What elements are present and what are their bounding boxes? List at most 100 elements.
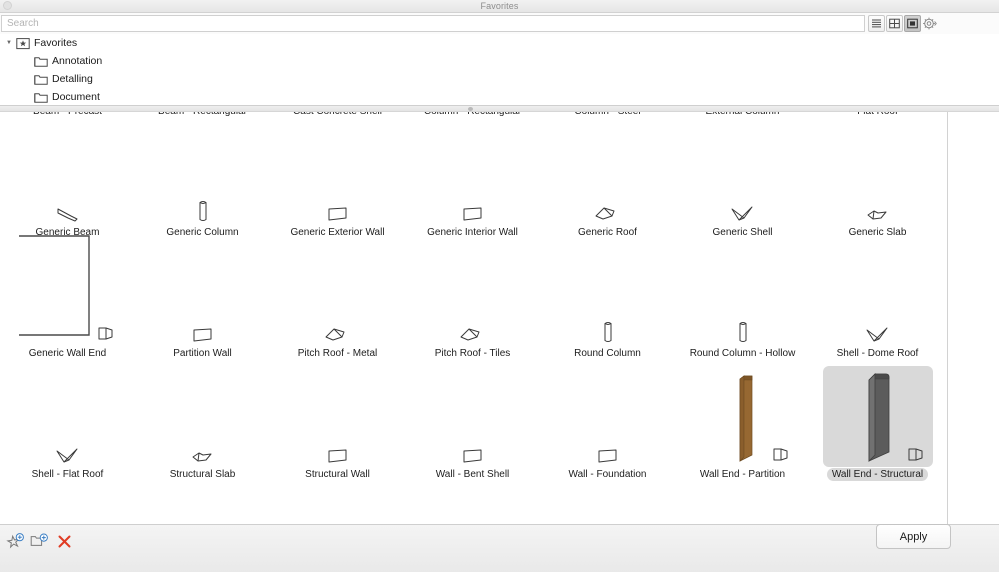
wall-icon bbox=[327, 447, 349, 465]
favorites-tree[interactable]: ▼ Favorites Annotation Detalling Document bbox=[0, 34, 999, 106]
wall-icon bbox=[597, 447, 619, 465]
grid-item[interactable]: Pitch Roof - Tiles bbox=[405, 239, 540, 360]
grid-item[interactable]: Generic Beam bbox=[0, 118, 135, 239]
grid-item-thumbnail[interactable] bbox=[13, 235, 123, 346]
grid-item[interactable]: Generic Exterior Wall bbox=[270, 118, 405, 239]
grid-item[interactable]: Structural Wall bbox=[270, 360, 405, 481]
wall-end-icon bbox=[907, 446, 929, 463]
tree-item-detalling[interactable]: Detalling bbox=[0, 70, 999, 88]
grid-view-icon[interactable] bbox=[886, 15, 903, 32]
grid-item[interactable]: Generic Roof bbox=[540, 118, 675, 239]
chevron-down-icon[interactable]: ▼ bbox=[4, 40, 14, 46]
delete-x-glyph bbox=[58, 535, 70, 547]
delete-x-icon[interactable] bbox=[53, 531, 75, 551]
tree-item-favorites[interactable]: ▼ Favorites bbox=[0, 34, 999, 52]
search-toolbar bbox=[0, 13, 999, 34]
grid-item-label: Generic Shell bbox=[712, 227, 773, 238]
list-view-icon[interactable] bbox=[868, 15, 885, 32]
grid-item-thumbnail[interactable] bbox=[823, 125, 933, 225]
column-icon bbox=[738, 320, 748, 344]
grid-item-thumbnail[interactable] bbox=[148, 246, 258, 346]
grid-item[interactable]: Pitch Roof - Metal bbox=[270, 239, 405, 360]
grid-item-thumbnail[interactable] bbox=[148, 367, 258, 467]
grid-item-label: Generic Interior Wall bbox=[427, 227, 518, 238]
grid-item-label: Partition Wall bbox=[173, 348, 232, 359]
star-folder-icon bbox=[16, 37, 30, 50]
grid-item-label: Shell - Flat Roof bbox=[31, 469, 104, 480]
beam-icon bbox=[55, 206, 81, 223]
grid-item-label: Pitch Roof - Tiles bbox=[434, 348, 511, 359]
pitch-roof-icon bbox=[594, 205, 622, 223]
grid-item[interactable]: Structural Slab bbox=[135, 360, 270, 481]
grid-item[interactable]: Generic Wall End bbox=[0, 235, 135, 360]
shell-icon bbox=[730, 205, 756, 223]
folder-icon bbox=[34, 73, 48, 86]
grid-item-label: Wall End - Partition bbox=[699, 469, 786, 480]
grid-item[interactable]: Round Column - Hollow bbox=[675, 239, 810, 360]
grid-item[interactable]: Wall - Foundation bbox=[540, 360, 675, 481]
grid-item-label: Structural Slab bbox=[169, 469, 236, 480]
grid-item[interactable]: Partition Wall bbox=[135, 239, 270, 360]
grid-item-label: Generic Column bbox=[166, 227, 239, 238]
pitch-roof-icon bbox=[459, 326, 487, 344]
grid-item-thumbnail[interactable] bbox=[823, 246, 933, 346]
grid-item[interactable]: Wall - Bent Shell bbox=[405, 360, 540, 481]
grid-item[interactable]: Shell - Flat Roof bbox=[0, 360, 135, 481]
grid-item-label: Structural Wall bbox=[305, 469, 370, 480]
apply-button[interactable]: Apply bbox=[876, 524, 951, 549]
add-favorite-icon[interactable] bbox=[4, 531, 26, 551]
grid-item[interactable]: Wall End - Partition bbox=[675, 360, 810, 481]
tree-item-document[interactable]: Document bbox=[0, 88, 999, 105]
folder-icon bbox=[34, 55, 48, 68]
grid-item-thumbnail[interactable] bbox=[822, 366, 933, 467]
list-view-glyph bbox=[872, 19, 881, 28]
grid-item-label: Generic Roof bbox=[578, 227, 637, 238]
grid-item-label: Generic Exterior Wall bbox=[290, 227, 385, 238]
wall-end-icon bbox=[772, 446, 794, 463]
grid-item-label: Pitch Roof - Metal bbox=[297, 348, 378, 359]
favorites-icon-grid[interactable]: Beam - PrecastBeam - RectangularCast Con… bbox=[0, 112, 948, 524]
grid-item-thumbnail[interactable] bbox=[553, 367, 663, 467]
grid-item-thumbnail[interactable] bbox=[283, 125, 393, 225]
grid-item-thumbnail[interactable] bbox=[13, 367, 123, 467]
wall-icon bbox=[327, 205, 349, 223]
large-icon-view-icon[interactable] bbox=[904, 15, 921, 32]
splitter-handle[interactable] bbox=[468, 107, 473, 111]
gear-glyph bbox=[923, 17, 937, 30]
grid-item[interactable]: Generic Slab bbox=[810, 118, 945, 239]
grid-item-thumbnail[interactable] bbox=[148, 125, 258, 225]
grid-item-thumbnail[interactable] bbox=[418, 125, 528, 225]
grid-item-thumbnail[interactable] bbox=[553, 125, 663, 225]
grid-item[interactable]: Round Column bbox=[540, 239, 675, 360]
grid-item-thumbnail[interactable] bbox=[13, 125, 123, 225]
grid-item-thumbnail[interactable] bbox=[688, 367, 798, 467]
grid-item[interactable]: Wall End - Structural bbox=[810, 360, 945, 481]
tree-item-label: Favorites bbox=[34, 37, 78, 49]
grid-item-label: Generic Beam bbox=[35, 227, 100, 238]
new-folder-icon[interactable] bbox=[28, 531, 50, 551]
grid-item[interactable]: Generic Column bbox=[135, 118, 270, 239]
grid-item-label: Wall - Foundation bbox=[568, 469, 647, 480]
grid-item-thumbnail[interactable] bbox=[418, 367, 528, 467]
gear-icon[interactable] bbox=[922, 15, 947, 32]
grid-item[interactable]: Shell - Dome Roof bbox=[810, 239, 945, 360]
tree-item-annotation[interactable]: Annotation bbox=[0, 52, 999, 70]
grid-item-thumbnail[interactable] bbox=[688, 246, 798, 346]
grid-item-thumbnail[interactable] bbox=[688, 125, 798, 225]
search-input[interactable] bbox=[1, 15, 865, 32]
grid-item-thumbnail[interactable] bbox=[418, 246, 528, 346]
new-folder-glyph bbox=[30, 533, 48, 546]
grid-item-label: Wall - Bent Shell bbox=[435, 469, 510, 480]
grid-item-thumbnail[interactable] bbox=[553, 246, 663, 346]
page-title: Favorites bbox=[480, 1, 519, 11]
grid-item-label: Shell - Dome Roof bbox=[836, 348, 919, 359]
wall-icon bbox=[192, 326, 214, 344]
grid-item-thumbnail[interactable] bbox=[283, 367, 393, 467]
grid-item[interactable]: Generic Interior Wall bbox=[405, 118, 540, 239]
grid-item-label: Round Column - Hollow bbox=[689, 348, 796, 359]
title-bar: Favorites bbox=[0, 0, 999, 13]
grid-item-thumbnail[interactable] bbox=[283, 246, 393, 346]
favorites-dialog: Favorites Search ▼ Favorites Annotation … bbox=[0, 0, 999, 572]
grid-item[interactable]: Generic Shell bbox=[675, 118, 810, 239]
tree-item-label: Annotation bbox=[52, 55, 103, 67]
